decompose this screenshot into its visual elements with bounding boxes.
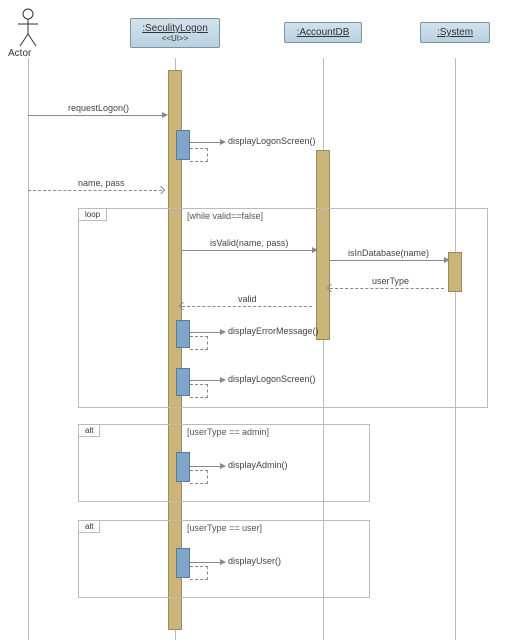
participant-seculitylogon: :SeculityLogon <<UI>> <box>130 18 220 48</box>
participant-system: :System <box>420 22 490 43</box>
msg-label: displayErrorMessage() <box>228 326 319 336</box>
actor-icon <box>14 8 42 48</box>
self-return-icon <box>190 566 208 580</box>
msg-label: displayUser() <box>228 556 281 566</box>
msg-label: valid <box>238 294 257 304</box>
participant-accountdb: :AccountDB <box>284 22 362 43</box>
participant-name: :System <box>429 27 481 38</box>
msg-label: name, pass <box>78 178 125 188</box>
participant-name: :AccountDB <box>293 27 353 38</box>
self-return-icon <box>190 470 208 484</box>
self-return-icon <box>190 148 208 162</box>
fragment-tag: alt <box>79 521 100 533</box>
lifeline-actor <box>28 58 29 640</box>
fragment-guard: [userType == user] <box>187 523 262 533</box>
fragment-tag: alt <box>79 425 100 437</box>
participant-name: :SeculityLogon <box>139 23 211 34</box>
msg-label: requestLogon() <box>68 103 129 113</box>
sequence-diagram: Actor :SeculityLogon <<UI>> :AccountDB :… <box>0 0 531 640</box>
self-return-icon <box>190 384 208 398</box>
fragment-guard: [userType == admin] <box>187 427 269 437</box>
activation-p3 <box>448 252 462 292</box>
activation-self-displayadmin <box>176 452 190 482</box>
msg-label: isValid(name, pass) <box>210 238 288 248</box>
fragment-guard: [while valid==false] <box>187 211 263 221</box>
participant-stereo: <<UI>> <box>139 34 211 43</box>
msg-label: isInDatabase(name) <box>348 248 429 258</box>
activation-self-displayerror <box>176 320 190 348</box>
activation-self-displaylogonscreen <box>176 130 190 160</box>
self-return-icon <box>190 336 208 350</box>
msg-label: userType <box>372 276 409 286</box>
activation-self-displayuser <box>176 548 190 578</box>
msg-label: displayLogonScreen() <box>228 374 316 384</box>
msg-label: displayAdmin() <box>228 460 288 470</box>
fragment-tag: loop <box>79 209 107 221</box>
activation-self-displaylogonscreen2 <box>176 368 190 396</box>
msg-label: displayLogonScreen() <box>228 136 316 146</box>
